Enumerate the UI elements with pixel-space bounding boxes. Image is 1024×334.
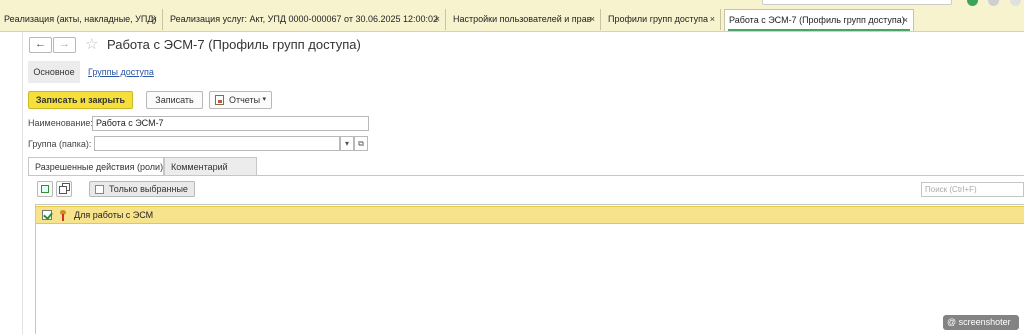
check-all-button[interactable]: [37, 181, 53, 197]
window-tab-label: Работа с ЭСМ-7 (Профиль групп доступа): [729, 15, 905, 25]
close-icon[interactable]: ×: [903, 10, 908, 30]
favorite-star-icon[interactable]: ☆: [85, 35, 98, 53]
window-tab-sales-documents[interactable]: Реализация (акты, накладные, УПД) ×: [0, 9, 163, 30]
open-windows-tabbar: Реализация (акты, накладные, УПД) × Реал…: [0, 6, 1024, 32]
copy-icon: [59, 186, 67, 194]
group-field[interactable]: [94, 136, 340, 151]
report-icon: [215, 95, 224, 105]
window-tab-label: Реализация услуг: Акт, УПД 0000-000067 о…: [170, 14, 439, 24]
list-item[interactable]: Для работы с ЭСМ: [36, 206, 1024, 224]
window-tab-access-profiles[interactable]: Профили групп доступа ×: [604, 9, 721, 30]
screenshoter-watermark: @ screenshoter: [943, 315, 1019, 330]
key-icon: [60, 210, 66, 221]
save-and-close-button[interactable]: Записать и закрыть: [28, 91, 133, 109]
checkbox-icon: [95, 185, 104, 194]
role-checkbox[interactable]: [42, 210, 52, 220]
group-label: Группа (папка):: [28, 139, 92, 149]
close-icon[interactable]: ×: [435, 9, 440, 29]
role-label: Для работы с ЭСМ: [74, 210, 154, 220]
close-icon[interactable]: ×: [152, 9, 157, 29]
close-icon[interactable]: ×: [590, 9, 595, 29]
forward-button[interactable]: →: [53, 37, 76, 53]
chevron-down-icon: ▾: [262, 96, 266, 103]
window-tab-service-act[interactable]: Реализация услуг: Акт, УПД 0000-000067 о…: [166, 9, 446, 30]
reports-button[interactable]: Отчеты ▾: [209, 91, 272, 109]
window-tab-label: Настройки пользователей и прав: [453, 14, 592, 24]
roles-list: Для работы с ЭСМ: [35, 204, 1024, 334]
close-icon[interactable]: ×: [710, 9, 715, 29]
window-tab-label: Реализация (акты, накладные, УПД): [4, 14, 157, 24]
name-label: Наименование:: [28, 118, 93, 128]
global-search-input[interactable]: [762, 0, 952, 5]
group-open-button[interactable]: ⧉: [354, 136, 368, 151]
panel-divider: [22, 32, 23, 334]
page-title: Работа с ЭСМ-7 (Профиль групп доступа): [107, 37, 361, 52]
search-input[interactable]: Поиск (Ctrl+F): [921, 182, 1024, 197]
window-tab-label: Профили групп доступа: [608, 14, 708, 24]
name-field[interactable]: Работа с ЭСМ-7: [92, 116, 369, 131]
window-tab-esm7-profile[interactable]: Работа с ЭСМ-7 (Профиль групп доступа) ×: [724, 9, 914, 31]
tab-access-groups[interactable]: Группы доступа: [88, 61, 154, 83]
group-dropdown-button[interactable]: ▾: [340, 136, 354, 151]
uncheck-all-button[interactable]: [56, 181, 72, 197]
save-button[interactable]: Записать: [146, 91, 203, 109]
tab-main[interactable]: Основное: [28, 61, 80, 83]
tab-allowed-roles[interactable]: Разрешенные действия (роли): [28, 157, 164, 176]
checkbox-icon: [41, 185, 49, 193]
tab-comment[interactable]: Комментарий: [164, 157, 257, 176]
window-tab-user-settings[interactable]: Настройки пользователей и прав ×: [449, 9, 601, 30]
only-selected-label: Только выбранные: [109, 184, 188, 194]
back-button[interactable]: ←: [29, 37, 52, 53]
only-selected-toggle[interactable]: Только выбранные: [89, 181, 195, 197]
tab-divider: [28, 175, 1024, 176]
reports-label: Отчеты: [229, 95, 261, 105]
